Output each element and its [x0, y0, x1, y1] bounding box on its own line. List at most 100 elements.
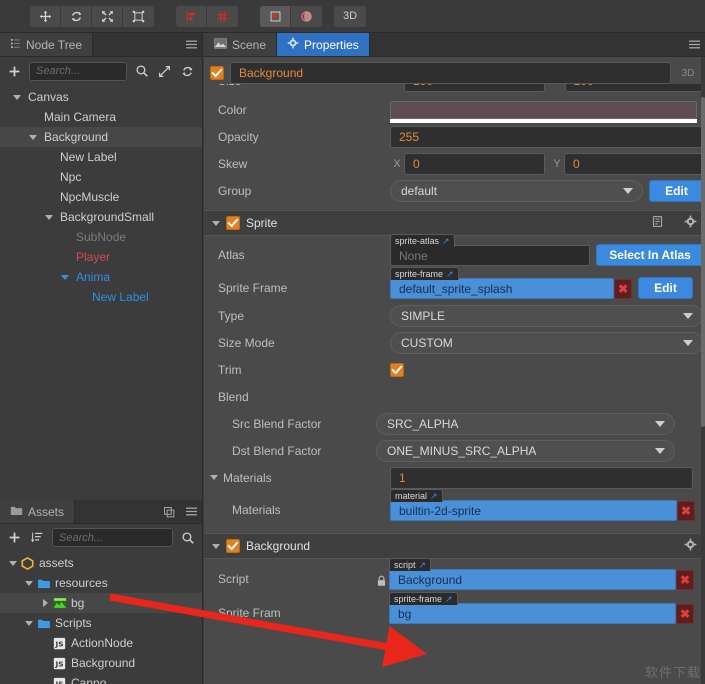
- material-value-field[interactable]: builtin-2d-sprite: [390, 500, 677, 521]
- folder-icon: [36, 617, 51, 630]
- tab-assets[interactable]: Assets: [0, 500, 76, 523]
- skew-y-field[interactable]: 0: [564, 152, 705, 175]
- background-enabled-checkbox[interactable]: [226, 539, 240, 553]
- node-tree-item[interactable]: Background: [0, 127, 202, 147]
- assets-item[interactable]: assets: [0, 553, 202, 573]
- expand-collapse-icon[interactable]: [156, 63, 173, 80]
- js-file-icon: JS: [52, 657, 67, 670]
- tabbar-spacer: [93, 33, 180, 56]
- assets-item[interactable]: bg: [0, 593, 202, 613]
- node-enabled-checkbox[interactable]: [210, 66, 224, 80]
- material-external-link-icon[interactable]: ↗: [430, 491, 438, 502]
- move-icon[interactable]: [30, 5, 61, 27]
- sprite-fram-external-link-icon[interactable]: ↗: [445, 594, 453, 605]
- assets-caret-icon[interactable]: [38, 599, 52, 607]
- assets-caret-icon[interactable]: [6, 560, 20, 566]
- assets-item[interactable]: JS Canno: [0, 673, 202, 684]
- tree-caret-icon[interactable]: [26, 134, 40, 140]
- size-mode-select[interactable]: CUSTOM: [390, 331, 703, 354]
- grid-snap-icon[interactable]: [207, 6, 238, 27]
- rect-transform-icon[interactable]: [123, 6, 154, 27]
- search-icon[interactable]: [133, 63, 150, 80]
- sprite-gear-icon[interactable]: [684, 215, 697, 231]
- skew-x-value: 0: [413, 156, 420, 171]
- clear-script-button[interactable]: ✖: [676, 569, 694, 590]
- group-edit-button[interactable]: Edit: [649, 179, 704, 202]
- tree-caret-icon[interactable]: [58, 274, 72, 280]
- materials-count-field[interactable]: 1: [390, 466, 693, 489]
- assets-copy-icon[interactable]: [158, 500, 180, 523]
- toggle-3d-button[interactable]: 3D: [334, 5, 366, 27]
- assets-caret-icon[interactable]: [22, 620, 36, 626]
- skew-x-field[interactable]: 0: [404, 152, 545, 175]
- node-name-field[interactable]: Background: [230, 62, 671, 84]
- refresh-icon[interactable]: [179, 63, 196, 80]
- node-tree-item[interactable]: Npc: [0, 167, 202, 187]
- node-tree-item[interactable]: Player: [0, 247, 202, 267]
- properties-menu-icon[interactable]: [683, 33, 705, 56]
- color-swatch[interactable]: [390, 100, 697, 123]
- node-tree-item[interactable]: New Label: [0, 287, 202, 307]
- tab-properties[interactable]: Properties: [277, 33, 370, 56]
- sprite-frame-value-field[interactable]: default_sprite_splash: [390, 278, 614, 299]
- assets-search-icon[interactable]: [179, 529, 196, 546]
- scale-icon[interactable]: [92, 5, 123, 27]
- size-height-field[interactable]: 100: [564, 84, 705, 92]
- assets-item[interactable]: Scripts: [0, 613, 202, 633]
- tab-node-tree[interactable]: Node Tree: [0, 33, 94, 56]
- assets-item[interactable]: resources: [0, 573, 202, 593]
- assets-item[interactable]: JS ActionNode: [0, 633, 202, 653]
- node-tree-search-input[interactable]: Search...: [29, 61, 127, 81]
- assets-menu-icon[interactable]: [180, 500, 202, 523]
- background-gear-icon[interactable]: [684, 538, 697, 554]
- rotate-icon[interactable]: [61, 5, 92, 27]
- node-tree-item[interactable]: BackgroundSmall: [0, 207, 202, 227]
- trim-checkbox[interactable]: [390, 362, 404, 377]
- sprite-help-icon[interactable]: [651, 215, 664, 231]
- script-external-link-icon[interactable]: ↗: [419, 560, 427, 571]
- dst-blend-select[interactable]: ONE_MINUS_SRC_ALPHA: [376, 439, 675, 462]
- node-tree-item[interactable]: Canvas: [0, 87, 202, 107]
- src-blend-select[interactable]: SRC_ALPHA: [376, 412, 675, 435]
- tab-scene[interactable]: Scene: [204, 33, 278, 56]
- properties-scrollbar-thumb[interactable]: [701, 97, 705, 427]
- pivot-center-icon[interactable]: [260, 5, 291, 27]
- add-asset-icon[interactable]: [6, 529, 23, 546]
- assets-item[interactable]: JS Background: [0, 653, 202, 673]
- clear-material-button[interactable]: ✖: [677, 500, 695, 521]
- properties-scrollbar-track[interactable]: [701, 57, 705, 684]
- src-blend-chevron-down-icon: [655, 420, 665, 427]
- materials-collapse-caret-icon[interactable]: [210, 475, 218, 480]
- node-tree-item[interactable]: NpcMuscle: [0, 187, 202, 207]
- type-select[interactable]: SIMPLE: [390, 304, 703, 327]
- select-in-atlas-button[interactable]: Select In Atlas: [596, 244, 704, 266]
- node-tree-item[interactable]: Main Camera: [0, 107, 202, 127]
- size-width-field[interactable]: 100: [404, 84, 545, 92]
- sort-icon[interactable]: [29, 529, 46, 546]
- add-node-icon[interactable]: [6, 63, 23, 80]
- clear-sprite-fram-button[interactable]: ✖: [676, 603, 694, 624]
- sprite-frame-edit-button[interactable]: Edit: [638, 277, 693, 299]
- assets-caret-icon[interactable]: [22, 580, 36, 586]
- node-tree-item[interactable]: SubNode: [0, 227, 202, 247]
- atlas-value-field[interactable]: None: [390, 245, 590, 266]
- clear-sprite-frame-button[interactable]: ✖: [614, 278, 632, 299]
- node-tree-menu-icon[interactable]: [180, 33, 202, 56]
- sprite-enabled-checkbox[interactable]: [226, 216, 240, 230]
- sprite-collapse-caret-icon[interactable]: [212, 220, 220, 226]
- node-tree-item[interactable]: Anima: [0, 267, 202, 287]
- tree-caret-icon[interactable]: [42, 214, 56, 220]
- align-distribute-icon[interactable]: [176, 5, 207, 27]
- node-tree-item[interactable]: New Label: [0, 147, 202, 167]
- tree-caret-icon[interactable]: [10, 94, 24, 100]
- background-collapse-caret-icon[interactable]: [212, 543, 220, 549]
- group-select[interactable]: default: [390, 179, 643, 202]
- atlas-type-tag: sprite-atlas ↗: [390, 234, 455, 247]
- sprite-fram-value-field[interactable]: bg: [389, 603, 676, 624]
- script-value-field[interactable]: Background: [389, 569, 676, 590]
- external-link-icon[interactable]: ↗: [442, 236, 450, 247]
- assets-search-input[interactable]: Search...: [52, 528, 173, 547]
- global-local-icon[interactable]: [291, 6, 322, 27]
- sprite-frame-external-link-icon[interactable]: ↗: [446, 269, 454, 280]
- opacity-field[interactable]: 255: [390, 125, 703, 148]
